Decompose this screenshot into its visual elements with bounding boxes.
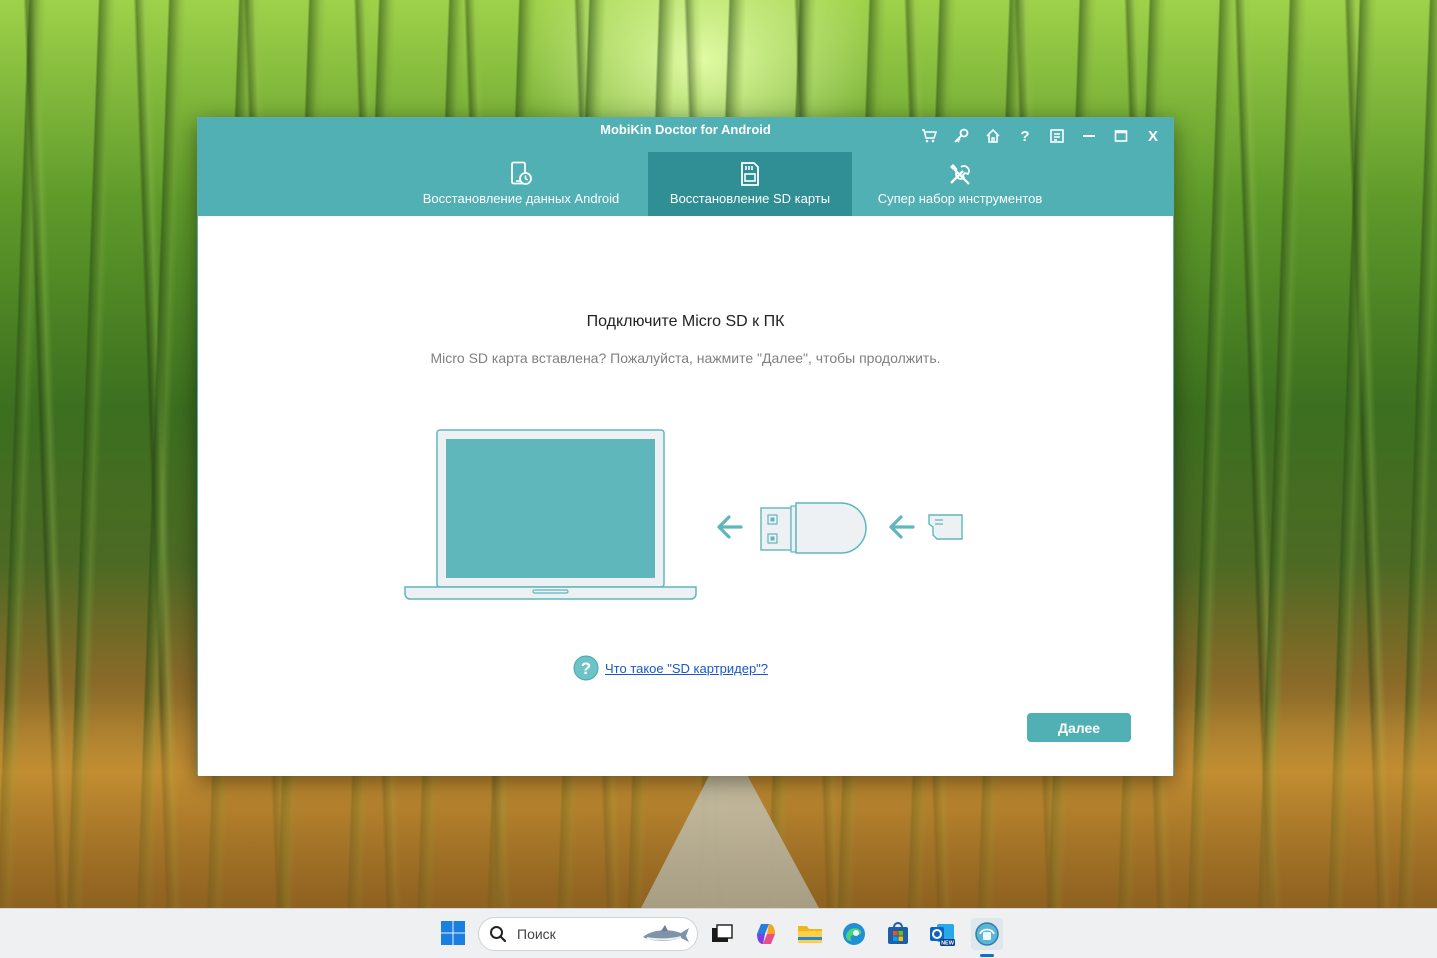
- taskbar-copilot[interactable]: [750, 918, 782, 950]
- search-placeholder: Поиск: [517, 926, 556, 942]
- outlook-icon: NEW: [930, 924, 955, 947]
- page-subtitle: Micro SD карта вставлена? Пожалуйста, на…: [430, 350, 941, 366]
- app-window: MobiKin Doctor for Android ? X Восстанов…: [197, 117, 1174, 776]
- sd-reader-help-link[interactable]: Что такое "SD картридер"?: [605, 661, 768, 676]
- next-button[interactable]: Далее: [1027, 713, 1131, 742]
- question-circle-icon[interactable]: ?: [573, 655, 599, 681]
- svg-text:?: ?: [581, 659, 591, 678]
- search-icon: [490, 926, 507, 943]
- card-reader-illustration: [760, 502, 867, 554]
- phone-restore-icon: [508, 161, 534, 187]
- key-icon: [954, 128, 969, 143]
- taskbar: Поиск NEW: [0, 908, 1437, 958]
- tab-label: Восстановление данных Android: [422, 191, 620, 206]
- title-bar[interactable]: MobiKin Doctor for Android ? X: [198, 118, 1173, 152]
- file-explorer-icon: [798, 926, 822, 943]
- edge-icon: [843, 923, 865, 945]
- taskbar-search-box[interactable]: Поиск: [478, 917, 698, 951]
- close-button[interactable]: X: [1137, 124, 1169, 148]
- cart-icon: [922, 129, 937, 143]
- tab-label: Супер набор инструментов: [877, 191, 1043, 206]
- maximize-icon: [1114, 130, 1128, 142]
- close-icon: X: [1147, 127, 1158, 145]
- register-button[interactable]: [945, 124, 977, 148]
- help-icon: ?: [1020, 127, 1030, 145]
- maximize-button[interactable]: [1105, 124, 1137, 148]
- tab-bar: Восстановление данных Android Восстановл…: [198, 152, 1173, 216]
- tab-label: Восстановление SD карты: [669, 191, 831, 206]
- shark-search-highlight-icon: [643, 925, 689, 942]
- connect-illustration: [403, 426, 973, 606]
- home-button[interactable]: [977, 124, 1009, 148]
- sd-card-icon: [739, 161, 761, 187]
- tools-icon: [947, 161, 973, 187]
- mobikin-app-icon: [975, 922, 999, 946]
- feedback-button[interactable]: [1041, 124, 1073, 148]
- windows-start-icon: [441, 921, 465, 945]
- minimize-button[interactable]: [1073, 124, 1105, 148]
- arrow-left-icon: [717, 515, 743, 539]
- tab-super-toolkit[interactable]: Супер набор инструментов: [860, 152, 1060, 216]
- taskbar-task-view[interactable]: [706, 918, 738, 950]
- micro-sd-card-illustration: [928, 514, 963, 540]
- copilot-icon: [757, 924, 775, 944]
- help-button[interactable]: ?: [1009, 124, 1041, 148]
- laptop-illustration: [404, 429, 697, 600]
- taskbar-file-explorer[interactable]: [794, 918, 826, 950]
- cart-button[interactable]: [913, 124, 945, 148]
- taskbar-outlook[interactable]: NEW: [926, 918, 958, 950]
- taskbar-mobikin-app[interactable]: [971, 918, 1003, 950]
- minimize-icon: [1083, 135, 1095, 137]
- store-icon: [888, 922, 908, 944]
- title-controls: ? X: [913, 124, 1169, 148]
- arrow-left-icon: [889, 515, 915, 539]
- page-title: Подключите Micro SD к ПК: [586, 313, 785, 330]
- active-app-indicator: [980, 954, 994, 957]
- task-view-icon: [712, 924, 733, 942]
- taskbar-edge[interactable]: [838, 918, 870, 950]
- home-icon: [986, 128, 1000, 143]
- sd-reader-help: ? Что такое "SD картридер"?: [573, 655, 768, 681]
- taskbar-store[interactable]: [882, 918, 914, 950]
- svg-text:NEW: NEW: [941, 941, 955, 947]
- tab-sd-card-recovery[interactable]: Восстановление SD карты: [648, 152, 852, 216]
- tab-android-data-recovery[interactable]: Восстановление данных Android: [401, 152, 641, 216]
- main-content: Подключите Micro SD к ПК Micro SD карта …: [198, 216, 1173, 776]
- feedback-icon: [1050, 129, 1064, 143]
- start-button[interactable]: [440, 920, 466, 946]
